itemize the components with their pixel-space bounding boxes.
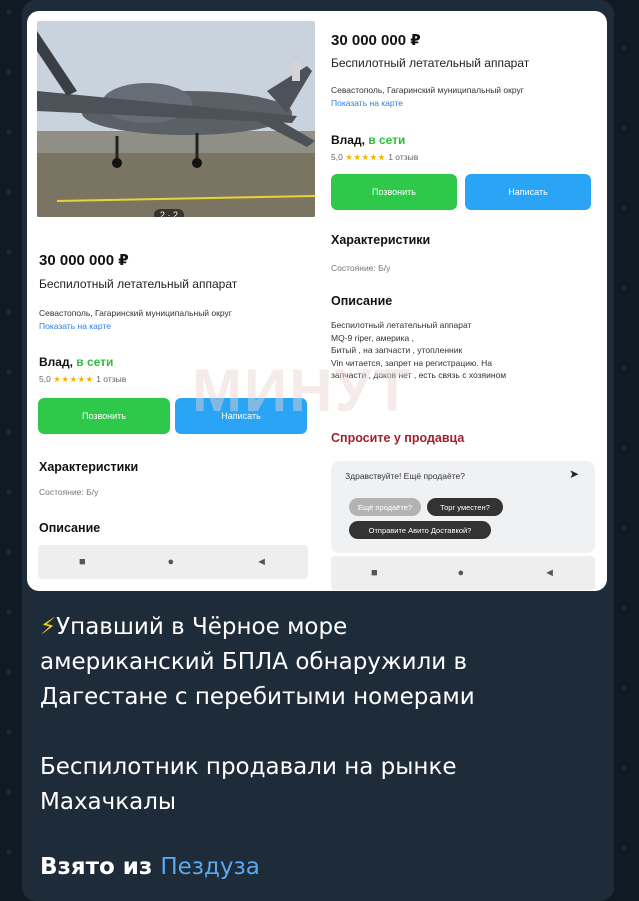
rating-value: 5,0 (331, 152, 343, 162)
seller-rating: 5,0 ★★★★★ 1 отзыв (39, 374, 126, 385)
chat-input[interactable]: Здравствуйте! Ещё продаёте? (345, 471, 465, 481)
ask-seller-box: Здравствуйте! Ещё продаёте? ➤ Ещё продаё… (331, 461, 595, 553)
back-icon[interactable]: ◄ (256, 556, 267, 568)
recents-icon[interactable]: ■ (79, 556, 86, 568)
ask-seller-heading: Спросите у продавца (331, 431, 465, 445)
android-navbar: ■ ● ◄ (38, 545, 308, 579)
description-line: MQ-9 riper, америка , (331, 332, 414, 343)
address: Севастополь, Гагаринский муниципальный о… (39, 308, 232, 318)
reviews-count: 1 отзыв (388, 152, 419, 162)
rating-value: 5,0 (39, 374, 51, 384)
send-icon[interactable]: ➤ (569, 467, 579, 481)
drone-photo[interactable]: 2 · 2 (37, 21, 315, 217)
price: 30 000 000 ₽ (39, 252, 129, 269)
condition-label: Состояние: Б/у (39, 487, 99, 497)
seller-name[interactable]: Влад, в сети (331, 133, 405, 147)
listing-title: Беспилотный летательный аппарат (331, 56, 530, 70)
lightning-icon: ⚡ (40, 614, 57, 640)
star-icon: ★★★★★ (53, 374, 94, 384)
description-line: Беспилотный летательный аппарат (331, 320, 472, 330)
source-line: Взято из Пездуза (40, 854, 260, 880)
listing-right-column: 30 000 000 ₽ Беспилотный летательный апп… (323, 11, 599, 591)
address: Севастополь, Гагаринский муниципальный о… (331, 85, 524, 95)
watermark: МИНУТ (192, 357, 413, 424)
characteristics-heading: Характеристики (39, 460, 139, 474)
message-text: ⚡Упавший в Чёрное море американский БПЛА… (40, 610, 600, 715)
home-icon[interactable]: ● (168, 556, 175, 568)
message-line-2: американский БПЛА обнаружили в (40, 649, 468, 675)
screenshot-image[interactable]: 2 · 2 30 000 000 ₽ Беспилотный летательн… (27, 11, 607, 591)
quick-reply-chip[interactable]: Отправите Авито Доставкой? (349, 521, 491, 539)
star-icon: ★★★★★ (345, 152, 386, 162)
characteristics-heading: Характеристики (331, 233, 431, 247)
description-line: Битый , на запчасти , утопленник (331, 345, 463, 355)
seller-name[interactable]: Влад, в сети (39, 355, 113, 369)
message-line-1-text: Упавший в Чёрное море (56, 614, 348, 640)
call-button[interactable]: Позвонить (331, 174, 457, 210)
seller-online-status: в сети (368, 133, 406, 147)
message-line-5: Махачкалы (40, 789, 177, 815)
show-on-map-link[interactable]: Показать на карте (331, 98, 403, 108)
message-line-4: Беспилотник продавали на рынке (40, 754, 457, 780)
price: 30 000 000 ₽ (331, 32, 421, 49)
seller-online-status: в сети (76, 355, 114, 369)
quick-reply-chip[interactable]: Торг уместен? (427, 498, 503, 516)
call-button[interactable]: Позвонить (38, 398, 170, 434)
listing-title: Беспилотный летательный аппарат (39, 277, 238, 291)
android-navbar: ■ ● ◄ (331, 556, 595, 590)
seller-name-text: Влад, (39, 355, 73, 369)
quick-reply-chip[interactable]: Ещё продаёте? (349, 498, 421, 516)
write-button[interactable]: Написать (465, 174, 591, 210)
recents-icon[interactable]: ■ (371, 567, 378, 579)
message-line-1: ⚡Упавший в Чёрное море (40, 610, 600, 645)
message-text-2: Беспилотник продавали на рынке Махачкалы (40, 750, 600, 820)
photo-counter: 2 · 2 (154, 209, 185, 217)
home-icon[interactable]: ● (458, 567, 465, 579)
seller-rating: 5,0 ★★★★★ 1 отзыв (331, 152, 418, 163)
source-link[interactable]: Пездуза (160, 854, 260, 880)
message-line-3: Дагестане с перебитыми номерами (40, 684, 475, 710)
back-icon[interactable]: ◄ (544, 567, 555, 579)
description-heading: Описание (39, 521, 101, 535)
seller-name-text: Влад, (331, 133, 365, 147)
reviews-count: 1 отзыв (96, 374, 127, 384)
listing-left-column: 2 · 2 30 000 000 ₽ Беспилотный летательн… (35, 11, 317, 591)
description-heading: Описание (331, 294, 393, 308)
show-on-map-link[interactable]: Показать на карте (39, 321, 111, 331)
source-prefix: Взято из (40, 854, 153, 880)
condition-label: Состояние: Б/у (331, 263, 391, 273)
